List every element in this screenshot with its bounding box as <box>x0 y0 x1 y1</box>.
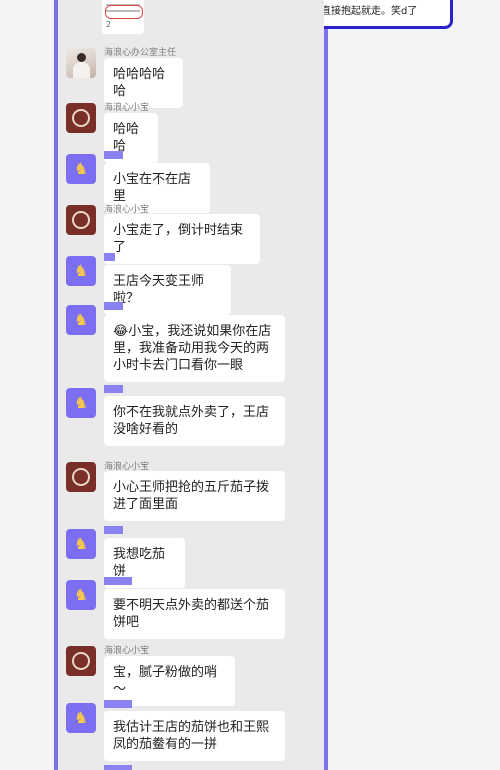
purple-horse-avatar[interactable]: ♞ <box>66 388 96 418</box>
horse-icon: ♞ <box>73 310 89 329</box>
hidden-sender-name <box>104 151 123 159</box>
horse-icon: ♞ <box>73 261 89 280</box>
notification-text: 直接抱起就走。笑d了 <box>321 1 449 18</box>
photo-avatar[interactable] <box>66 48 96 78</box>
horse-icon: ♞ <box>73 159 89 178</box>
hidden-sender-name <box>104 700 132 708</box>
purple-horse-avatar[interactable]: ♞ <box>66 154 96 184</box>
hidden-sender-name <box>104 765 132 770</box>
chat-panel[interactable]: 2 海浪心办公室主任 哈哈哈哈哈 海浪心小宝 哈哈哈 ♞ 小宝在不在店里 海浪心… <box>58 0 324 770</box>
sender-name: 海浪心小宝 <box>104 103 150 113</box>
hidden-sender-name <box>104 526 123 534</box>
message-bubble[interactable]: 小宝走了，倒计时结束了 <box>104 214 260 264</box>
message-bubble[interactable]: 😂小宝，我还说如果你在店里，我准备动用我今天的两小时卡去门口看你一眼 <box>104 315 285 382</box>
brown-logo-avatar[interactable] <box>66 462 96 492</box>
horse-icon: ♞ <box>73 534 89 553</box>
brown-logo-avatar[interactable] <box>66 205 96 235</box>
brown-logo-avatar[interactable] <box>66 103 96 133</box>
purple-horse-avatar[interactable]: ♞ <box>66 529 96 559</box>
message-bubble[interactable]: 你不在我就点外卖了，王店没啥好看的 <box>104 396 285 446</box>
hidden-sender-name <box>104 253 115 261</box>
purple-horse-avatar[interactable]: ♞ <box>66 703 96 733</box>
message-bubble[interactable]: 王店今天变王师啦？ <box>104 265 231 315</box>
purple-horse-avatar[interactable]: ♞ <box>66 305 96 335</box>
red-circle-annotation <box>105 5 143 19</box>
message-bubble[interactable]: 小心王师把抢的五斤茄子拨进了面里面 <box>104 471 285 521</box>
hidden-sender-name <box>104 302 123 310</box>
right-accent-bar <box>324 0 328 770</box>
brown-logo-avatar[interactable] <box>66 646 96 676</box>
purple-horse-avatar[interactable]: ♞ <box>66 256 96 286</box>
snippet-number: 2 <box>106 20 112 29</box>
notification-line-2: 直接抱起就走。笑d了 <box>321 6 418 17</box>
hidden-sender-name <box>104 385 123 393</box>
message-bubble[interactable]: 要不明天点外卖的都送个茄饼吧 <box>104 589 285 639</box>
purple-horse-avatar[interactable]: ♞ <box>66 580 96 610</box>
horse-icon: ♞ <box>73 585 89 604</box>
horse-icon: ♞ <box>73 393 89 412</box>
previous-image-snippet[interactable]: 2 <box>102 0 144 34</box>
hidden-sender-name <box>104 577 132 585</box>
message-bubble[interactable]: 我估计王店的茄饼也和王熙凤的茄鲞有的一拼 <box>104 711 285 761</box>
horse-icon: ♞ <box>73 708 89 727</box>
sender-name: 海浪心办公室主任 <box>104 48 177 58</box>
message-bubble[interactable]: 宝，腻子粉做的哨～ <box>104 656 235 706</box>
sender-name: 海浪心小宝 <box>104 646 150 656</box>
